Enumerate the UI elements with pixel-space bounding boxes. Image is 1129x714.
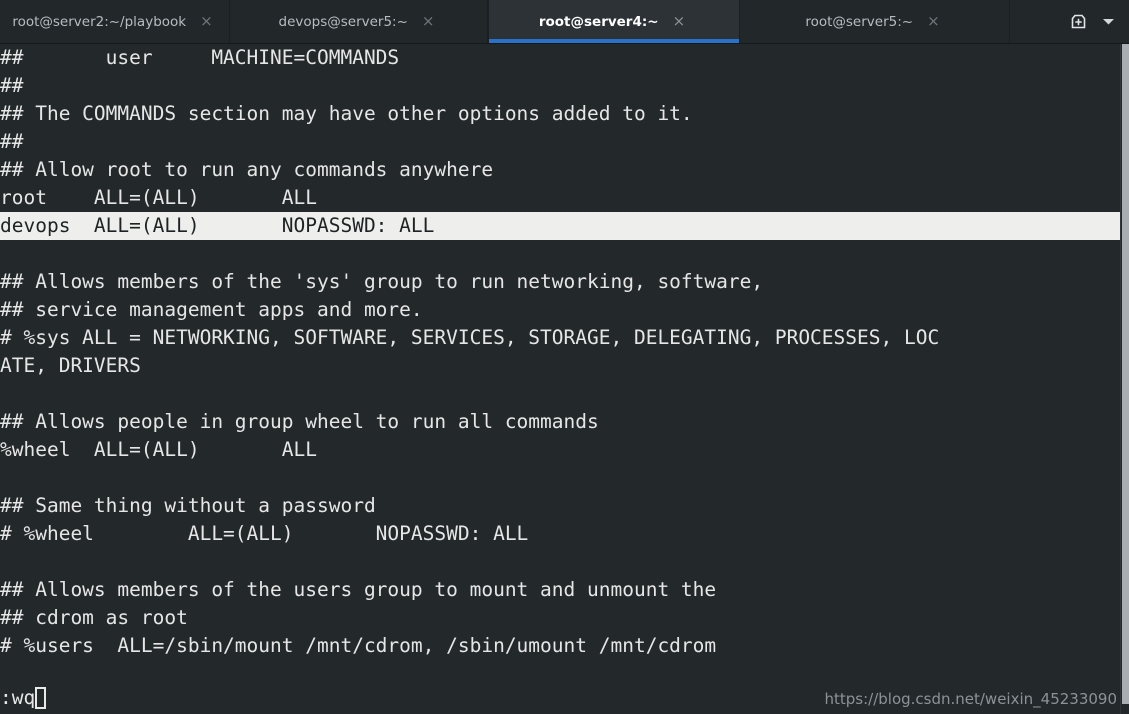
terminal-tab-2[interactable]: devops@server5:~ × <box>230 0 488 43</box>
close-icon[interactable]: × <box>923 14 944 29</box>
close-icon[interactable]: × <box>669 14 690 29</box>
vim-command-text: :wq <box>0 686 36 709</box>
terminal-line: ATE, DRIVERS <box>0 354 141 377</box>
scrollbar-thumb[interactable] <box>1122 44 1129 704</box>
terminal-line: ## <box>0 74 24 97</box>
tab-bar-controls <box>1063 0 1129 43</box>
terminal-line: ## user MACHINE=COMMANDS <box>0 46 400 69</box>
close-icon[interactable]: × <box>418 14 439 29</box>
close-icon[interactable]: × <box>196 14 217 29</box>
terminal-line: ## service management apps and more. <box>0 298 423 321</box>
terminal-tab-4[interactable]: root@server5:~ × <box>740 0 1010 43</box>
vim-command-line: :wq <box>0 684 47 712</box>
watermark-url: https://blog.csdn.net/weixin_45233090 <box>824 690 1117 708</box>
terminal-tab-label: root@server5:~ <box>805 13 914 30</box>
terminal-tab-label: devops@server5:~ <box>278 13 408 30</box>
new-tab-glyph <box>1071 14 1085 29</box>
terminal-line: ## <box>0 130 24 153</box>
terminal-line: ## Allow root to run any commands anywhe… <box>0 158 494 181</box>
tab-bar: root@server2:~/playbook × devops@server5:~… <box>0 0 1129 44</box>
active-tab-underline <box>489 39 739 43</box>
vertical-scrollbar[interactable] <box>1120 44 1129 714</box>
terminal-view[interactable]: ## user MACHINE=COMMANDS ## ## The COMMAND… <box>0 44 1129 714</box>
terminal-line: # %wheel ALL=(ALL) NOPASSWD: ALL <box>0 522 529 545</box>
terminal-tab-1[interactable]: root@server2:~/playbook × <box>0 0 230 43</box>
terminal-screen[interactable]: ## user MACHINE=COMMANDS ## ## The COMMAND… <box>0 44 1129 714</box>
terminal-line: ## cdrom as root <box>0 606 188 629</box>
terminal-tab-3[interactable]: root@server4:~ × <box>488 0 740 43</box>
terminal-tab-label: root@server2:~/playbook <box>12 13 187 30</box>
chevron-down-glyph <box>1102 19 1114 25</box>
terminal-tab-label: root@server4:~ <box>538 13 659 30</box>
terminal-line: ## Same thing without a password <box>0 494 376 517</box>
terminal-line: # %users ALL=/sbin/mount /mnt/cdrom, /sb… <box>0 634 717 657</box>
text-cursor <box>35 687 47 709</box>
terminal-line: ## Allows members of the users group to … <box>0 578 717 601</box>
terminal-line: ## The COMMANDS section may have other o… <box>0 102 693 125</box>
terminal-line-highlighted: devops ALL=(ALL) NOPASSWD: ALL <box>0 212 1129 240</box>
tab-menu-chevron-icon[interactable] <box>1093 0 1123 44</box>
new-tab-icon[interactable] <box>1063 0 1093 44</box>
terminal-line: %wheel ALL=(ALL) ALL <box>0 438 317 461</box>
terminal-line: ## Allows members of the 'sys' group to … <box>0 270 764 293</box>
terminal-line: ## Allows people in group wheel to run a… <box>0 410 599 433</box>
terminal-line: root ALL=(ALL) ALL <box>0 186 317 209</box>
terminal-line: # %sys ALL = NETWORKING, SOFTWARE, SERVI… <box>0 326 940 349</box>
